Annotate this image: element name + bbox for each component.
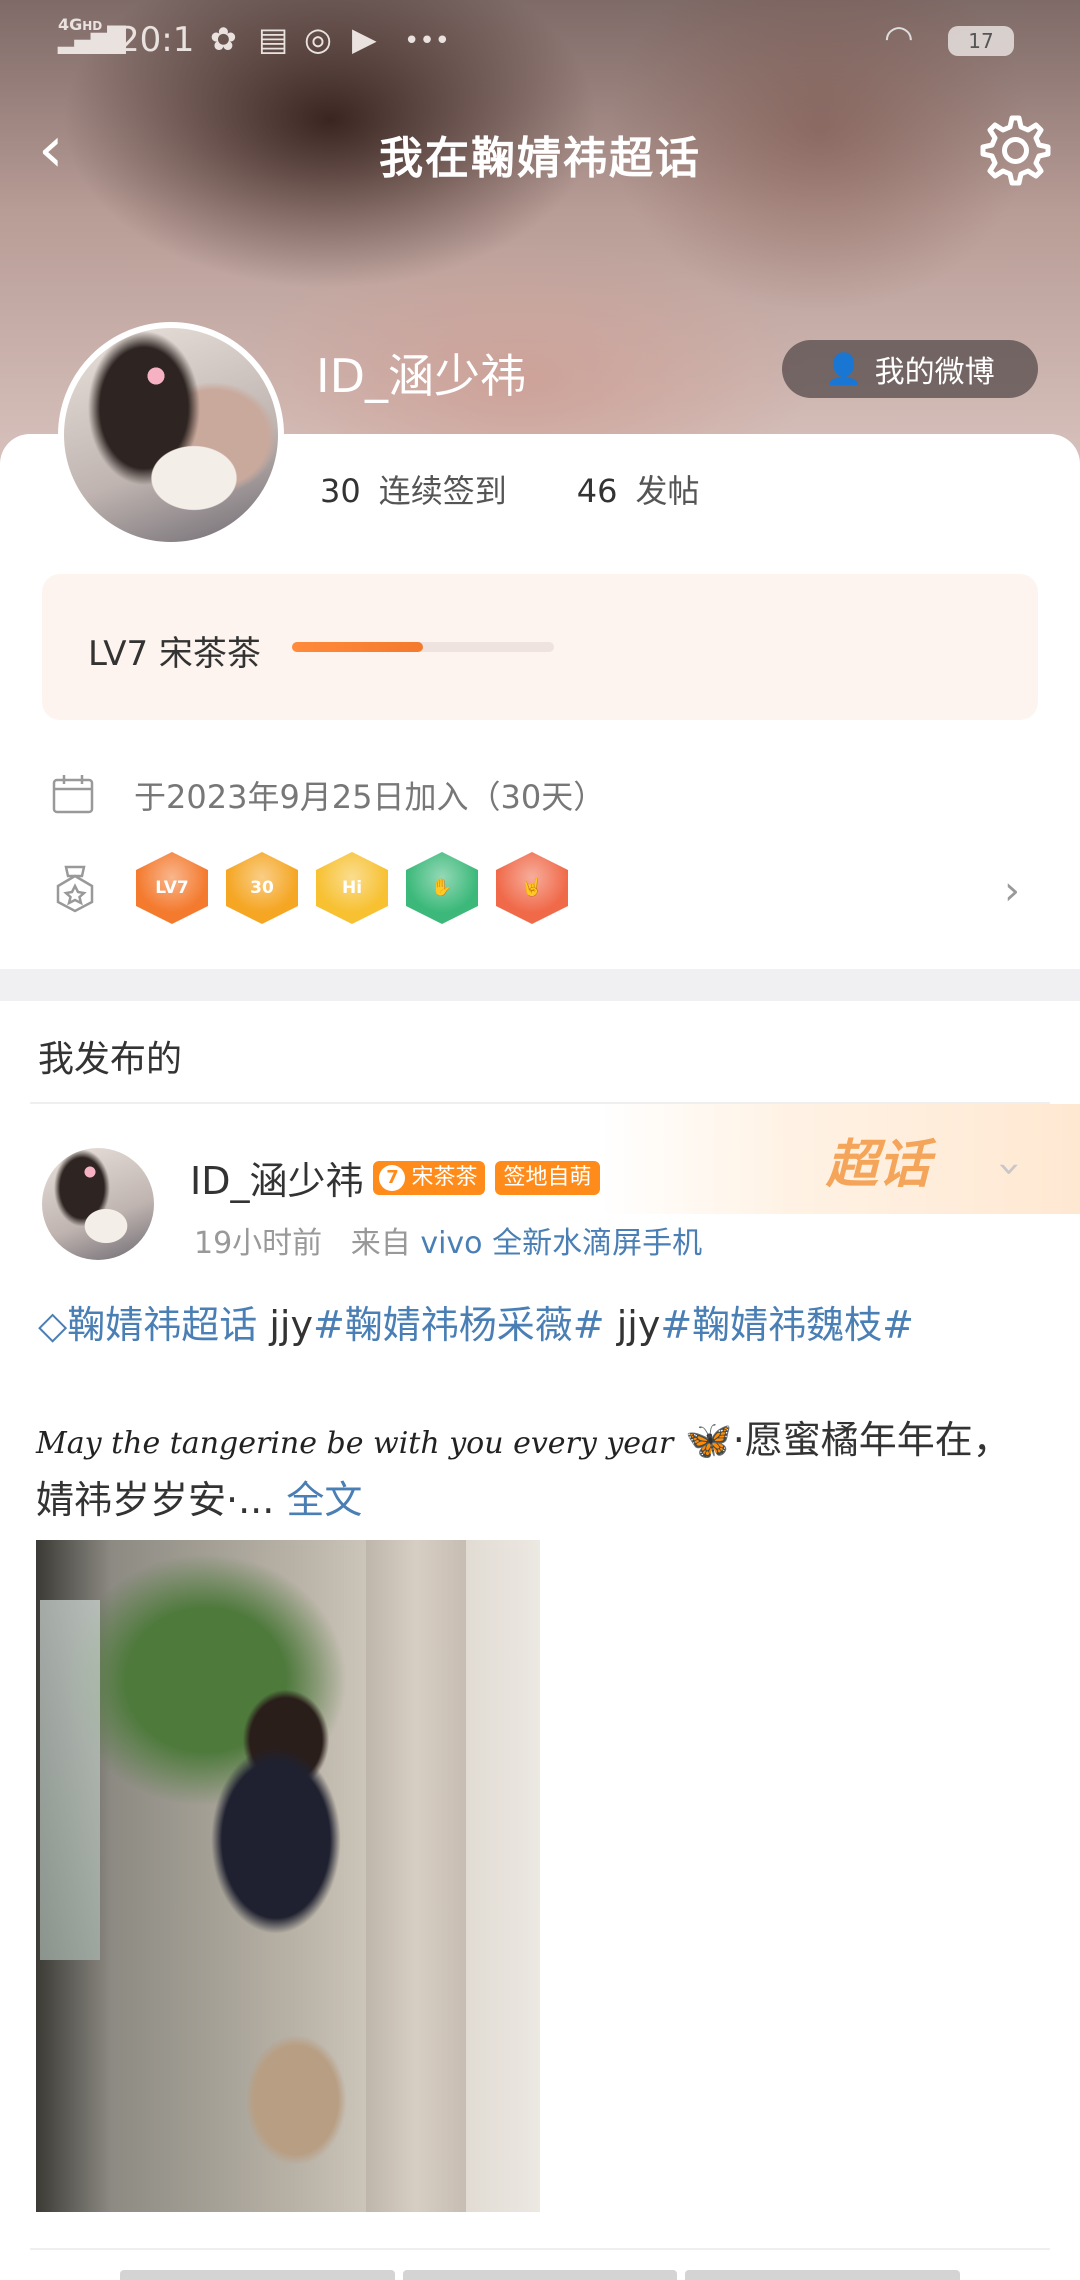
badge-row[interactable]: LV7 30 Hi ✋ 🤘 › bbox=[50, 852, 1040, 932]
more-icon: ••• bbox=[404, 26, 451, 56]
hi-badge[interactable]: Hi bbox=[316, 852, 388, 924]
topic-link[interactable]: 鞠婧祎超话 bbox=[67, 1303, 257, 1347]
section-title: 我发布的 bbox=[38, 1039, 183, 1080]
bottom-tab[interactable] bbox=[120, 2270, 395, 2280]
status-bar: 4GHD ▂▄▆█ 20:1 ✿ ▤ ◎ ▶ ••• ◠ 17 bbox=[0, 0, 1080, 84]
hand-badge[interactable]: ✋ bbox=[406, 852, 478, 924]
post-from: 来自 bbox=[350, 1226, 411, 1261]
profile-stats: 30 连续签到 46 发帖 bbox=[320, 466, 699, 512]
photo-window-area bbox=[40, 1600, 100, 1960]
stat-value: 30 bbox=[320, 472, 361, 510]
sign-tag: 签地自萌 bbox=[495, 1160, 600, 1195]
topic-link[interactable]: #鞠婧祎魏枝# bbox=[660, 1303, 914, 1347]
card-icon: ▤ bbox=[258, 20, 289, 58]
pinwheel-icon: ✿ bbox=[210, 20, 237, 58]
level-panel[interactable]: LV7 宋茶茶 bbox=[42, 574, 1038, 720]
diamond-icon: ◇ bbox=[38, 1303, 68, 1347]
profile-username: ID_涵少祎 bbox=[316, 349, 526, 403]
level-number: 7 bbox=[379, 1164, 406, 1191]
weibo-icon: ◎ bbox=[304, 20, 332, 58]
divider bbox=[30, 2248, 1050, 2250]
butterfly-emoji: 🦋 bbox=[685, 1418, 733, 1462]
post-username[interactable]: ID_涵少祎 bbox=[190, 1150, 363, 1205]
post-image[interactable] bbox=[36, 1540, 540, 2212]
chaohua-label: 超话 bbox=[826, 1135, 931, 1195]
status-time: 20:1 bbox=[118, 20, 195, 60]
full-text-link[interactable]: 全文 bbox=[274, 1478, 362, 1522]
signal-icon: 4GHD ▂▄▆█ bbox=[58, 15, 126, 54]
stat-label: 发帖 bbox=[635, 472, 700, 510]
video-icon: ▶ bbox=[352, 20, 377, 58]
chevron-right-icon[interactable]: › bbox=[1004, 868, 1020, 914]
post-body: May the tangerine be with you every year… bbox=[36, 1412, 1046, 1528]
level-progress-bar bbox=[292, 642, 554, 652]
bottom-tab[interactable] bbox=[402, 2270, 678, 2280]
bottom-tab[interactable] bbox=[685, 2270, 961, 2280]
topic-plain-text: jjy bbox=[257, 1303, 313, 1347]
topic-link[interactable]: #鞠婧祎杨采薇# bbox=[313, 1303, 605, 1347]
my-weibo-label: 我的微博 bbox=[874, 355, 995, 390]
medal-icon bbox=[56, 865, 94, 913]
post-time: 19小时前 bbox=[194, 1226, 323, 1261]
level-name: 宋茶茶 bbox=[411, 1164, 478, 1190]
bottom-bar bbox=[120, 2270, 961, 2280]
user-icon: 👤 bbox=[825, 351, 863, 387]
post-avatar[interactable] bbox=[42, 1148, 154, 1260]
30-days-badge[interactable]: 30 bbox=[226, 852, 298, 924]
level-tag: 7 宋茶茶 bbox=[373, 1160, 486, 1195]
my-weibo-button[interactable]: 👤 我的微博 bbox=[782, 340, 1038, 398]
photo-curtain-area bbox=[366, 1540, 466, 2212]
post-topics: ◇鞠婧祎超话 jjy#鞠婧祎杨采薇# jjy#鞠婧祎魏枝# bbox=[38, 1294, 914, 1349]
join-date-row: 于2023年9月25日加入（30天） bbox=[50, 770, 605, 820]
wifi-icon: ◠ bbox=[884, 18, 914, 58]
stat-checkin[interactable]: 30 连续签到 bbox=[320, 466, 507, 512]
lv7-badge[interactable]: LV7 bbox=[136, 852, 208, 924]
battery-indicator: 17 bbox=[948, 26, 1014, 56]
calendar-icon bbox=[52, 775, 94, 814]
level-label: LV7 宋茶茶 bbox=[88, 634, 261, 674]
post-source[interactable]: vivo 全新水滴屏手机 bbox=[420, 1226, 702, 1261]
section-divider bbox=[0, 969, 1080, 1001]
avatar[interactable] bbox=[58, 322, 284, 548]
post-meta: 19小时前 来自 vivo 全新水滴屏手机 bbox=[194, 1218, 702, 1262]
stat-posts[interactable]: 46 发帖 bbox=[577, 466, 700, 512]
page-title: 我在鞠婧祎超话 bbox=[379, 133, 701, 184]
join-date-text: 于2023年9月25日加入（30天） bbox=[134, 778, 606, 816]
settings-gear-icon[interactable] bbox=[972, 110, 1052, 190]
stat-value: 46 bbox=[576, 472, 618, 510]
post-script-text: May the tangerine be with you every year bbox=[36, 1426, 674, 1461]
post-user-row: ID_涵少祎 7 宋茶茶 签地自萌 bbox=[190, 1150, 600, 1205]
rock-hand-badge[interactable]: 🤘 bbox=[496, 852, 568, 924]
topic-plain-text: jjy bbox=[604, 1303, 661, 1347]
chevron-down-icon[interactable]: › bbox=[987, 1161, 1033, 1177]
level-progress-fill bbox=[292, 642, 423, 652]
stat-label: 连续签到 bbox=[378, 472, 507, 510]
